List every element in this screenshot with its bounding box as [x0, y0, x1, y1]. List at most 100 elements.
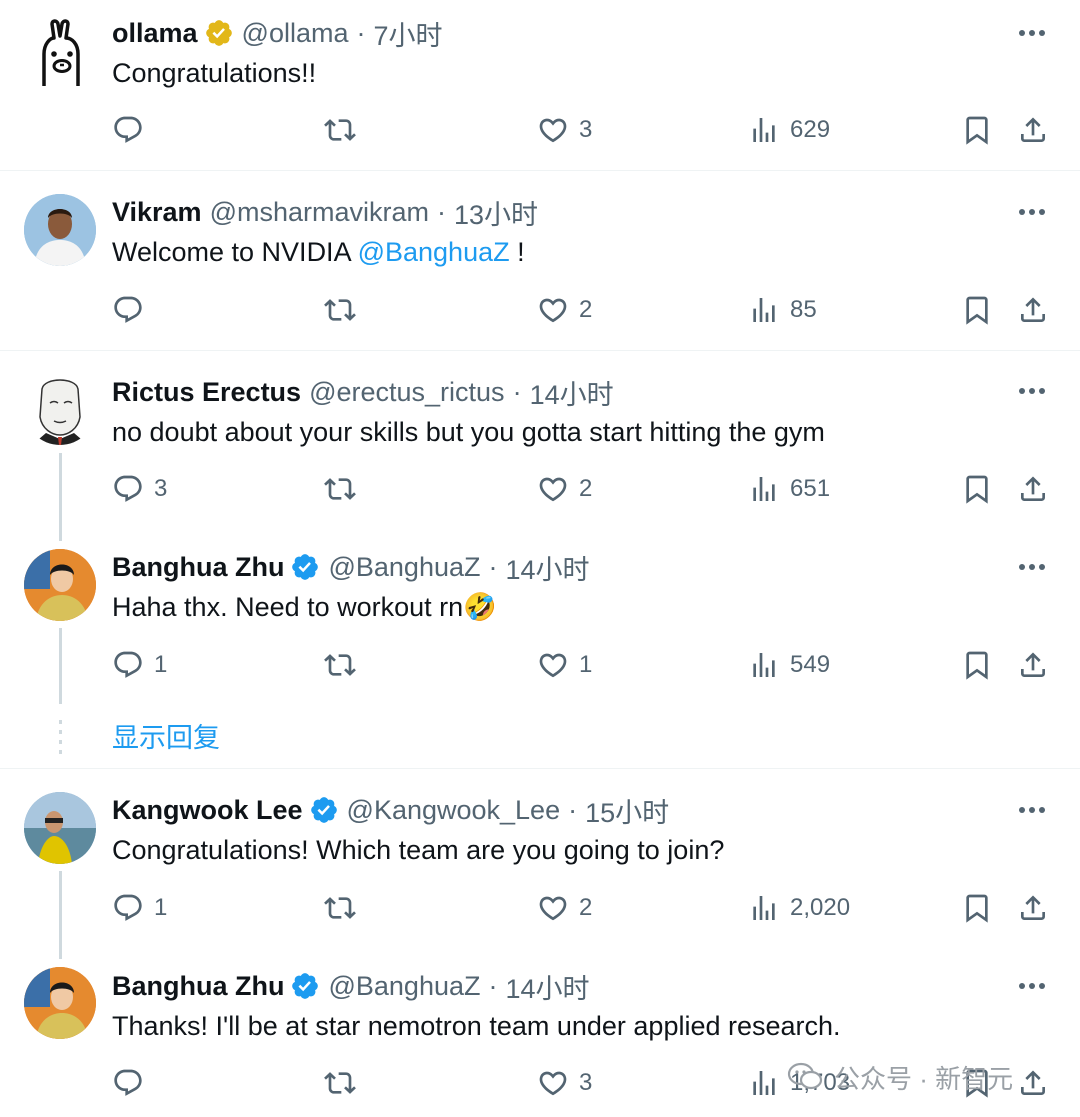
author-name[interactable]: Vikram [112, 197, 202, 228]
share-button[interactable] [1017, 1061, 1049, 1105]
like-button[interactable]: 2 [537, 288, 592, 332]
reply-button[interactable] [112, 108, 154, 152]
like-button[interactable]: 2 [537, 467, 592, 511]
heart-icon [537, 1067, 569, 1099]
more-options-icon[interactable] [1018, 28, 1046, 38]
like-count: 2 [579, 894, 593, 921]
like-count: 3 [579, 1069, 593, 1096]
avatar-banghua[interactable] [24, 967, 96, 1039]
show-replies-link[interactable]: 显示回复 [112, 718, 220, 758]
author-name[interactable]: Kangwook Lee [112, 795, 303, 826]
timestamp[interactable]: 14小时 [506, 548, 590, 587]
avatar-vikram[interactable] [24, 194, 96, 266]
retweet-button[interactable] [324, 288, 366, 332]
reply-button[interactable]: 1 [112, 886, 167, 930]
avatar-rictus[interactable] [24, 373, 96, 445]
retweet-button[interactable] [324, 1061, 366, 1105]
avatar-kangwook[interactable] [24, 792, 96, 864]
timestamp[interactable]: 15小时 [585, 791, 669, 830]
like-button[interactable]: 2 [537, 886, 592, 930]
views-button[interactable]: 549 [748, 643, 830, 687]
author-handle[interactable]: @ollama [242, 18, 349, 49]
reply-icon [112, 294, 144, 326]
views-bar-chart-icon [748, 294, 780, 326]
heart-icon [537, 649, 569, 681]
retweet-icon [324, 1067, 356, 1099]
share-button[interactable] [1017, 467, 1049, 511]
separator-dot: · [488, 970, 498, 1001]
view-count: 651 [790, 475, 831, 502]
author-name[interactable]: ollama [112, 18, 198, 49]
views-button[interactable]: 85 [748, 288, 817, 332]
bookmark-button[interactable] [961, 643, 993, 687]
retweet-button[interactable] [324, 886, 366, 930]
tweet-text-part: ! [509, 237, 525, 267]
retweet-icon [324, 649, 356, 681]
author-handle[interactable]: @BanghuaZ [328, 552, 480, 583]
like-count: 2 [579, 475, 593, 502]
bookmark-icon [961, 294, 993, 326]
like-button[interactable]: 3 [537, 1061, 592, 1105]
author-handle[interactable]: @BanghuaZ [328, 971, 480, 1002]
bookmark-button[interactable] [961, 108, 993, 152]
tweet-text: no doubt about your skills but you gotta… [112, 417, 825, 447]
views-button[interactable]: 651 [748, 467, 830, 511]
more-options-icon[interactable] [1018, 562, 1046, 572]
views-button[interactable]: 629 [748, 108, 830, 152]
timestamp[interactable]: 13小时 [454, 193, 538, 232]
reply-button[interactable]: 1 [112, 643, 167, 687]
mention-link[interactable]: @BanghuaZ [358, 237, 510, 267]
wechat-watermark: 公众号 · 新智元 [786, 1058, 1013, 1096]
author-name[interactable]: Banghua Zhu [112, 552, 284, 583]
share-icon [1017, 1067, 1049, 1099]
reply-button[interactable] [112, 288, 154, 332]
tweet-actions: 3 2 651 [0, 467, 1080, 511]
share-button[interactable] [1017, 288, 1049, 332]
avatar-ollama[interactable] [24, 16, 96, 88]
verified-blue-icon[interactable] [290, 552, 320, 582]
reply-icon [112, 473, 144, 505]
author-handle[interactable]: @erectus_rictus [309, 377, 504, 408]
like-button[interactable]: 1 [537, 643, 592, 687]
thread-more-dots [59, 720, 62, 754]
tweet-header: ollama @ollama · 7小时 [112, 13, 443, 53]
more-options-icon[interactable] [1018, 981, 1046, 991]
retweet-button[interactable] [324, 467, 366, 511]
share-button[interactable] [1017, 108, 1049, 152]
verified-gold-icon[interactable] [204, 18, 234, 48]
timestamp[interactable]: 7小时 [374, 14, 443, 53]
author-name[interactable]: Rictus Erectus [112, 377, 301, 408]
verified-blue-icon[interactable] [290, 971, 320, 1001]
llama-logo-icon [42, 19, 80, 86]
bookmark-button[interactable] [961, 886, 993, 930]
retweet-button[interactable] [324, 643, 366, 687]
bookmark-button[interactable] [961, 467, 993, 511]
author-handle[interactable]: @msharmavikram [210, 197, 429, 228]
reply-button[interactable]: 3 [112, 467, 167, 511]
share-button[interactable] [1017, 643, 1049, 687]
bookmark-icon [961, 473, 993, 505]
watermark-text: 公众号 · 新智元 [834, 1063, 1014, 1094]
author-name[interactable]: Banghua Zhu [112, 971, 284, 1002]
tweet-text: Haha thx. Need to workout rn🤣 [112, 592, 497, 622]
retweet-button[interactable] [324, 108, 366, 152]
views-button[interactable]: 2,020 [748, 886, 850, 930]
verified-blue-icon[interactable] [309, 795, 339, 825]
timestamp[interactable]: 14小时 [506, 967, 590, 1006]
more-options-icon[interactable] [1018, 386, 1046, 396]
heart-icon [537, 294, 569, 326]
timestamp[interactable]: 14小时 [530, 373, 614, 412]
avatar-banghua[interactable] [24, 549, 96, 621]
reply-button[interactable] [112, 1061, 154, 1105]
reply-icon [112, 1067, 144, 1099]
view-count: 549 [790, 651, 831, 678]
heart-icon [537, 892, 569, 924]
retweet-icon [324, 473, 356, 505]
bookmark-button[interactable] [961, 288, 993, 332]
like-button[interactable]: 3 [537, 108, 592, 152]
more-options-icon[interactable] [1018, 805, 1046, 815]
share-button[interactable] [1017, 886, 1049, 930]
more-options-icon[interactable] [1018, 207, 1046, 217]
reply-count: 3 [154, 475, 168, 502]
author-handle[interactable]: @Kangwook_Lee [347, 795, 561, 826]
